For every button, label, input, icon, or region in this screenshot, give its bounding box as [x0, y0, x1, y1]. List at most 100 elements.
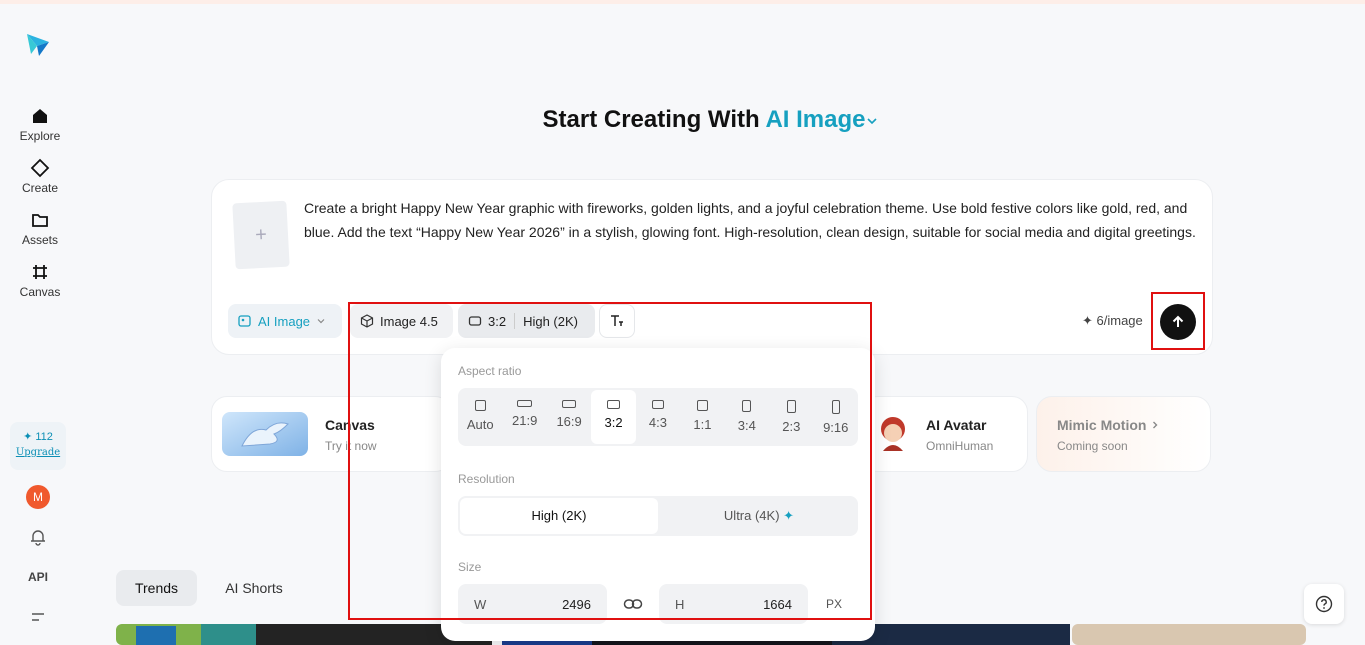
aspect-ratio-option[interactable]: 21:9: [502, 388, 546, 446]
nav-create[interactable]: Create: [10, 158, 70, 195]
aspect-ratio-option-label: 16:9: [556, 414, 582, 429]
feature-card-subtitle: Coming soon: [1057, 439, 1128, 453]
aspect-ratio-option[interactable]: 4:3: [636, 388, 680, 446]
pegasus-thumbnail: [222, 412, 308, 456]
feature-card-title: AI Avatar: [926, 417, 987, 433]
prompt-card: + Create a bright Happy New Year graphic…: [211, 179, 1213, 355]
prompt-input[interactable]: Create a bright Happy New Year graphic w…: [304, 196, 1200, 244]
resolution-option-high[interactable]: High (2K): [460, 498, 658, 534]
text-style-button[interactable]: [599, 304, 635, 338]
nav-assets[interactable]: Assets: [10, 210, 70, 247]
top-banner-strip: [0, 0, 1365, 4]
feature-card-mimic-motion[interactable]: Mimic Motion Coming soon: [1036, 396, 1211, 472]
cube-icon: [360, 314, 374, 328]
ratio-shape-icon: [651, 400, 664, 409]
resolution-option-ultra-label: Ultra (4K): [723, 508, 780, 523]
width-value: 2496: [562, 597, 591, 612]
mode-selector[interactable]: AI Image: [765, 106, 879, 133]
app-logo-icon[interactable]: [25, 30, 51, 58]
folder-icon: [32, 214, 48, 227]
ratio-shape-icon: [831, 400, 840, 414]
resolution-label: Resolution: [458, 472, 515, 486]
feature-card-canvas[interactable]: Canvas Try it now: [211, 396, 451, 472]
chevron-down-icon: [317, 319, 325, 324]
quality-chip-label: High (2K): [523, 313, 578, 329]
tab-trends[interactable]: Trends: [116, 570, 197, 606]
ratio-shape-icon: [562, 400, 577, 408]
arrow-up-icon: [1172, 315, 1184, 327]
ratio-chip-label: 3:2: [488, 313, 507, 329]
avatar[interactable]: M: [26, 485, 50, 509]
feature-card-ai-avatar[interactable]: AI Avatar OmniHuman: [862, 396, 1028, 472]
aspect-ratio-option[interactable]: 9:16: [814, 388, 858, 446]
aspect-ratio-label: Aspect ratio: [458, 364, 522, 378]
nav-create-label: Create: [21, 181, 59, 195]
aspect-ratio-option-label: 4:3: [648, 415, 667, 430]
aspect-ratio-option-label: 3:2: [604, 415, 623, 430]
feature-card-title: Mimic Motion: [1057, 417, 1160, 433]
avatar-character-thumbnail: [881, 417, 905, 451]
tab-ai-shorts[interactable]: AI Shorts: [213, 570, 295, 606]
api-link[interactable]: API: [22, 570, 54, 584]
divider: [514, 313, 516, 329]
width-field[interactable]: W 2496: [458, 584, 607, 624]
image-mode-icon: [238, 315, 251, 327]
aspect-ratio-option[interactable]: Auto: [458, 388, 502, 446]
upgrade-link[interactable]: Upgrade: [10, 447, 66, 458]
aspect-ratio-option-label: 21:9: [512, 413, 538, 428]
generate-button[interactable]: [1160, 304, 1196, 340]
unit-label: PX: [826, 597, 843, 611]
bell-icon[interactable]: [28, 527, 48, 547]
resolution-option-ultra[interactable]: Ultra (4K) ✦: [660, 496, 858, 536]
upgrade-box[interactable]: ✦ 112 Upgrade: [10, 422, 66, 470]
mode-selector-label: AI Image: [765, 106, 866, 133]
page-title: Start Creating With AI Image: [0, 106, 1365, 134]
feature-card-subtitle: Try it now: [325, 439, 377, 453]
mode-dropdown[interactable]: AI Image: [228, 304, 342, 338]
aspect-ratio-icon: [468, 316, 482, 326]
ratio-shape-icon: [696, 400, 708, 411]
aspect-ratio-option-label: 2:3: [782, 419, 801, 434]
feature-card-subtitle: OmniHuman: [926, 439, 994, 453]
mode-dropdown-label: AI Image: [258, 313, 311, 329]
aspect-ratio-options: Auto 21:9 16:9 3:2 4:3 1:1 3:4 2:3 9:16: [458, 388, 858, 446]
model-selector[interactable]: Image 4.5: [350, 304, 453, 338]
sidebar: Explore Create Assets Canvas ✦ 112 Upgra…: [0, 0, 80, 645]
height-value: 1664: [763, 597, 792, 612]
width-field-label: W: [474, 597, 487, 612]
resolution-options: High (2K) Ultra (4K) ✦: [458, 496, 858, 536]
add-reference-image-button[interactable]: +: [232, 200, 290, 270]
aspect-ratio-option-label: 9:16: [823, 420, 849, 435]
aspect-ratio-popup: Aspect ratio Auto 21:9 16:9 3:2 4:3 1:1 3:4 2:3…: [441, 348, 875, 641]
chevron-right-icon: [1153, 421, 1158, 429]
ratio-shape-icon: [742, 400, 752, 412]
credit-balance: ✦ 112: [23, 431, 53, 443]
aspect-ratio-option-label: Auto: [466, 417, 494, 432]
help-icon: [1315, 595, 1333, 613]
help-button[interactable]: [1304, 584, 1344, 624]
height-field-label: H: [675, 597, 685, 612]
aspect-ratio-option[interactable]: 16:9: [547, 388, 591, 446]
aspect-ratio-option[interactable]: 1:1: [680, 388, 724, 446]
ratio-shape-icon: [517, 400, 533, 407]
sparkle-icon: ✦: [783, 508, 795, 523]
aspect-ratio-option[interactable]: 3:2: [591, 390, 636, 444]
canvas-grid-icon: [33, 265, 47, 279]
auto-ratio-icon: [474, 400, 486, 411]
size-label: Size: [458, 560, 482, 574]
height-field[interactable]: H 1664: [659, 584, 808, 624]
aspect-ratio-option-label: 3:4: [737, 418, 756, 433]
aspect-ratio-option[interactable]: 2:3: [769, 388, 813, 446]
link-icon[interactable]: [623, 596, 643, 612]
ratio-shape-icon: [786, 400, 796, 413]
price-per-image: ✦ 6/image: [1082, 313, 1143, 328]
model-selector-label: Image 4.5: [380, 313, 438, 329]
chevron-down-icon: [867, 118, 878, 124]
aspect-ratio-option[interactable]: 3:4: [725, 388, 769, 446]
diamond-icon: [30, 158, 50, 178]
menu-icon[interactable]: [28, 607, 48, 627]
nav-assets-label: Assets: [21, 233, 58, 247]
ratio-quality-selector[interactable]: 3:2 High (2K): [458, 304, 595, 338]
ratio-shape-icon: [607, 400, 621, 409]
nav-canvas[interactable]: Canvas: [10, 262, 70, 299]
